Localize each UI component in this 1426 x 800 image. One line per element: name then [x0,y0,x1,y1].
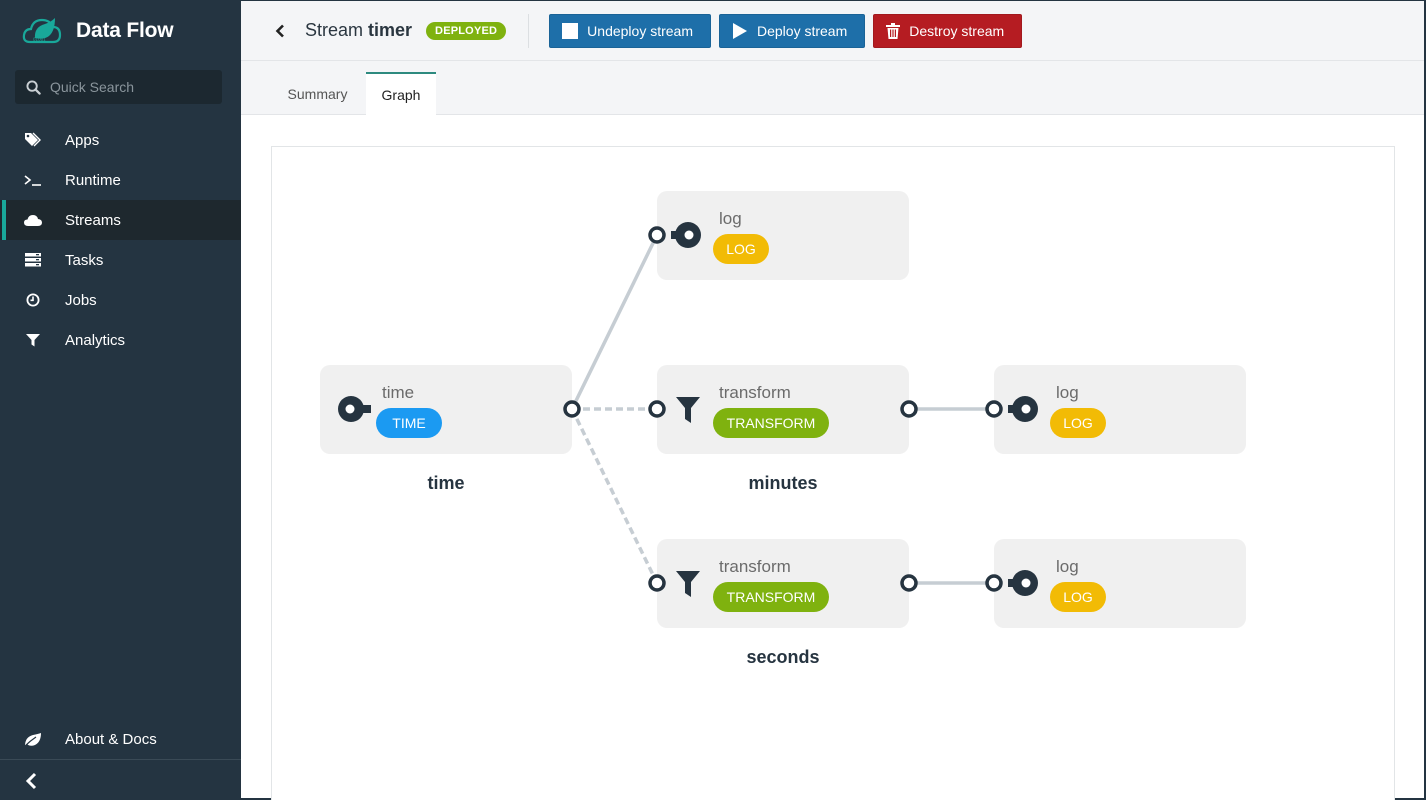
type-label: TRANSFORM [727,589,816,605]
page-header: Stream timer DEPLOYED Undeploy stream De… [241,1,1424,61]
undeploy-label: Undeploy stream [587,22,693,39]
sidebar-item-label: Jobs [65,291,97,309]
main-content: Stream timer DEPLOYED Undeploy stream De… [241,1,1424,800]
node-title: time [382,383,414,402]
type-label: LOG [726,241,756,257]
input-port[interactable] [648,574,666,592]
type-label: LOG [1063,415,1093,431]
deploy-label: Deploy stream [757,22,848,39]
node-title: transform [719,383,791,402]
input-port[interactable] [985,574,1003,592]
svg-text:01001: 01001 [33,37,46,42]
chevron-left-icon [275,24,284,37]
back-button[interactable] [275,23,289,39]
sidebar-item-jobs[interactable]: Jobs [0,280,241,320]
node-title: log [1056,383,1079,402]
node-time[interactable]: time TIME time [320,365,581,493]
server-icon [24,251,42,269]
status-badge: DEPLOYED [426,21,507,40]
header-divider [528,13,530,48]
play-icon [732,22,748,39]
node-minutes[interactable]: transform TRANSFORM minutes [648,365,918,493]
node-title: log [719,209,742,228]
destroy-stream-button[interactable]: Destroy stream [873,13,1023,48]
destroy-label: Destroy stream [909,22,1005,39]
output-port[interactable] [900,400,918,418]
node-log-minutes[interactable]: log LOG [985,365,1246,454]
input-port[interactable] [648,400,666,418]
trash-icon [886,22,901,39]
sidebar-item-label: Tasks [65,251,104,269]
node-label: seconds [746,647,819,667]
brand[interactable]: 01001 Data Flow [22,14,174,48]
node-seconds[interactable]: transform TRANSFORM seconds [648,539,918,667]
tab-bar: Summary Graph [241,61,1424,116]
collapse-sidebar-button[interactable] [24,772,44,792]
sidebar: 01001 Data Flow Apps Runtime Streams [0,0,241,800]
sidebar-item-label: Apps [65,131,100,149]
stream-graph: time TIME time log LOG transform TRANSFORM minu… [271,146,1395,800]
filter-icon [24,331,42,349]
input-port[interactable] [985,400,1003,418]
about-docs-label: About & Docs [65,731,157,748]
leaf-icon [24,731,42,749]
terminal-icon [24,171,42,189]
node-title: transform [719,557,791,576]
input-port[interactable] [648,226,666,244]
tab-summary[interactable]: Summary [275,72,360,115]
undeploy-stream-button[interactable]: Undeploy stream [549,13,711,48]
node-label: time [427,473,464,493]
output-port[interactable] [900,574,918,592]
page-title: Stream timer [305,20,412,41]
stream-name: timer [368,20,413,40]
type-label: TRANSFORM [727,415,816,431]
cloud-icon [24,211,42,229]
title-prefix: Stream [305,20,369,40]
sidebar-item-runtime[interactable]: Runtime [0,160,241,200]
quick-search-input[interactable] [50,79,210,95]
sidebar-item-streams[interactable]: Streams [0,200,241,240]
sidebar-item-label: Analytics [65,331,126,349]
node-log-seconds[interactable]: log LOG [985,539,1246,628]
quick-search[interactable] [15,70,222,104]
node-label: minutes [748,473,817,493]
dataflow-logo-icon: 01001 [22,18,62,44]
sidebar-item-about-docs[interactable]: About & Docs [0,720,241,760]
sidebar-item-apps[interactable]: Apps [0,120,241,160]
type-label: LOG [1063,589,1093,605]
sidebar-item-label: Runtime [65,171,121,189]
link-time-log-tap [570,234,659,410]
chevron-left-icon [25,772,37,790]
link-time-seconds [570,408,659,584]
sidebar-item-analytics[interactable]: Analytics [0,320,241,360]
deploy-stream-button[interactable]: Deploy stream [719,13,866,48]
tab-graph[interactable]: Graph [366,72,436,116]
node-log-tap[interactable]: log LOG [648,191,909,280]
app-title: Data Flow [76,19,174,42]
stop-icon [562,22,579,39]
sidebar-item-label: Streams [65,211,121,229]
clock-icon [24,291,42,309]
sidebar-item-tasks[interactable]: Tasks [0,240,241,280]
tags-icon [24,131,42,149]
type-label: TIME [392,415,425,431]
output-port[interactable] [563,400,581,418]
search-icon [26,79,41,95]
sidebar-nav: Apps Runtime Streams Tasks Jobs Analytic… [0,120,241,360]
node-title: log [1056,557,1079,576]
